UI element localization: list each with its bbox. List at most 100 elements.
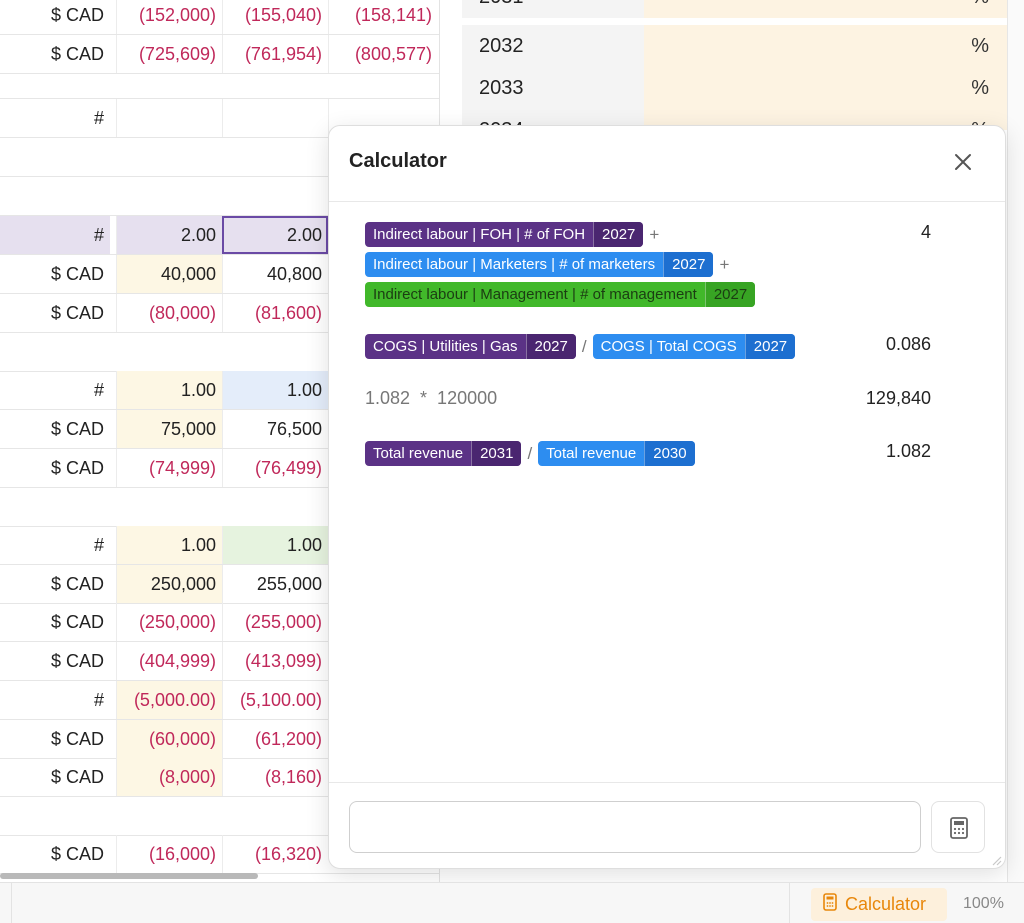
value-cell[interactable]: (404,999) [116,642,222,680]
close-icon[interactable] [951,150,975,174]
unit-cell: # [93,108,104,128]
reference-chip[interactable]: COGS | Utilities | Gas 2027 [365,334,576,359]
calc-line[interactable]: Indirect labour | FOH | # of FOH 2027 + I… [365,222,931,307]
unit-cell: # [93,380,104,400]
value-cell[interactable]: (800,577) [328,35,438,73]
value-cell[interactable]: % [644,25,1007,67]
unit-cell: $ CAD [50,44,104,64]
unit-cell: $ CAD [50,612,104,632]
operator: / [527,443,533,463]
unit-cell: # [0,216,110,254]
value-cell[interactable]: 1.00 [116,526,222,564]
value-cell[interactable]: (61,200) [222,720,328,758]
sheet-tab-strip[interactable] [0,883,12,923]
table-row: 2033 % [462,67,1007,109]
formula-input[interactable] [349,801,921,853]
value-cell[interactable]: (8,160) [222,758,328,796]
year-cell: 2031 [462,0,644,18]
reference-chip[interactable]: Indirect labour | FOH | # of FOH 2027 [365,222,644,247]
calc-result: 129,840 [865,388,931,408]
table-row: $ CAD (152,000) (155,040) (158,141) [0,0,439,35]
calculator-history: Indirect labour | FOH | # of FOH 2027 + I… [329,202,1005,782]
reference-chip[interactable]: Indirect labour | Marketers | # of marke… [365,252,714,277]
vertical-scrollbar[interactable] [1007,0,1024,882]
value-cell[interactable]: 2.00 [116,216,222,254]
table-row: $ CAD (725,609) (761,954) (800,577) [0,35,439,74]
operator: + [649,224,660,244]
value-cell[interactable]: (8,000) [116,758,222,796]
value-cell[interactable]: (250,000) [116,603,222,641]
resize-handle-icon[interactable] [990,853,1002,866]
value-cell[interactable] [222,99,328,137]
status-bar: Calculator 100% [0,882,1024,923]
value-cell[interactable] [116,99,222,137]
zoom-level[interactable]: 100% [963,883,1004,923]
unit-cell: # [93,690,104,710]
value-cell[interactable]: (5,100.00) [222,681,328,719]
unit-cell: $ CAD [50,574,104,594]
value-cell[interactable]: 40,000 [116,255,222,293]
value-cell[interactable]: (60,000) [116,720,222,758]
value-cell[interactable]: (76,499) [222,449,328,487]
value-cell[interactable]: 1.00 [222,526,328,564]
value-cell[interactable]: 75,000 [116,410,222,448]
value-cell[interactable]: 255,000 [222,565,328,603]
horizontal-scrollbar[interactable] [0,873,258,879]
operator: + [719,254,730,274]
formula-chips: Indirect labour | FOH | # of FOH 2027 + I… [365,222,931,307]
selected-cell[interactable]: 2.00 [222,216,328,254]
calculator-panel: Calculator Indirect labour | FOH | # of … [328,125,1006,869]
value-cell[interactable]: (5,000.00) [116,681,222,719]
value-cell[interactable]: 1.00 [116,371,222,409]
value-cell[interactable]: % [644,67,1007,109]
operator: / [581,336,587,356]
unit-cell: $ CAD [50,729,104,749]
value-cell[interactable]: (725,609) [116,35,222,73]
value-cell[interactable]: (74,999) [116,449,222,487]
unit-cell: $ CAD [50,458,104,478]
unit-cell: $ CAD [50,651,104,671]
calculator-footer [329,782,1005,868]
calc-result: 4 [920,222,931,242]
value-cell[interactable]: (152,000) [116,0,222,34]
value-cell[interactable]: (158,141) [328,0,438,34]
value-cell[interactable]: 250,000 [116,565,222,603]
percentage-grid: 2031 % 2032 % 2033 % 2034 % [462,0,1007,130]
unit-cell: $ CAD [50,419,104,439]
table-row: 2031 % [462,0,1007,18]
value-cell[interactable]: (761,954) [222,35,328,73]
table-row [0,74,439,99]
value-cell[interactable]: (80,000) [116,294,222,332]
reference-chip[interactable]: Indirect labour | Management | # of mana… [365,282,756,307]
divider [789,883,790,923]
calculator-toggle-button[interactable]: Calculator [811,888,947,921]
calc-line[interactable]: Total revenue 2031 / Total revenue 2030 1.… [365,441,931,466]
calc-line[interactable]: COGS | Utilities | Gas 2027 / COGS | Tota… [365,334,931,359]
value-cell[interactable]: % [644,0,1007,18]
value-cell[interactable]: (16,000) [116,835,222,873]
value-cell[interactable]: (16,320) [222,835,328,873]
unit-cell: $ CAD [50,844,104,864]
value-cell[interactable]: 76,500 [222,410,328,448]
value-cell[interactable]: (413,099) [222,642,328,680]
value-cell[interactable]: (81,600) [222,294,328,332]
calculator-title: Calculator [349,150,447,172]
calculator-header: Calculator [329,126,1005,202]
reference-chip[interactable]: COGS | Total COGS 2027 [592,334,796,359]
calculator-icon[interactable] [931,801,985,853]
value-cell[interactable]: 40,800 [222,255,328,293]
value-cell[interactable]: (255,000) [222,603,328,641]
calc-result: 0.086 [885,334,931,354]
value-cell[interactable]: (155,040) [222,0,328,34]
calc-line[interactable]: 1.082 * 120000 129,840 [365,388,931,409]
year-cell: 2033 [462,67,644,109]
calc-result: 1.082 [885,441,931,461]
unit-cell: $ CAD [50,5,104,25]
reference-chip[interactable]: Total revenue 2031 [365,441,522,466]
value-cell[interactable]: 1.00 [222,371,328,409]
unit-cell: # [93,535,104,555]
year-cell: 2032 [462,25,644,67]
unit-cell: $ CAD [50,767,104,787]
table-row: 2032 % [462,25,1007,67]
reference-chip[interactable]: Total revenue 2030 [538,441,695,466]
